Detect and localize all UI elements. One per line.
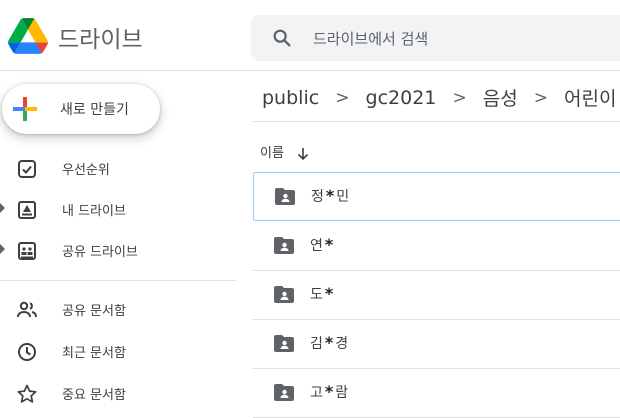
shared-folder-icon — [274, 384, 294, 401]
header-divider — [0, 70, 620, 71]
sidebar-item-priority[interactable]: 우선순위 — [0, 152, 220, 184]
file-name: 김 * 경 — [310, 333, 349, 352]
shared-folder-icon — [274, 286, 294, 303]
sidebar-item-label: 공유 드라이브 — [62, 245, 138, 260]
breadcrumb-item-children[interactable]: 어린이 — [564, 84, 616, 111]
expand-arrow-icon[interactable] — [0, 244, 6, 254]
sidebar-item-shared-drives[interactable]: 공유 드라이브 — [0, 234, 220, 266]
file-name: 정 * 민 — [311, 186, 350, 205]
shared-drives-icon — [18, 242, 36, 260]
file-name: 고 * 람 — [310, 382, 349, 401]
expand-arrow-icon[interactable] — [0, 203, 6, 213]
file-name: 도 * — [310, 284, 334, 303]
file-row[interactable]: 고 * 람 — [253, 369, 620, 418]
sidebar-item-label: 중요 문서함 — [62, 388, 126, 403]
breadcrumb: public > gc2021 > 음성 > 어린이 ▾ — [262, 84, 620, 112]
sidebar-item-starred[interactable]: 중요 문서함 — [0, 377, 220, 409]
sidebar-item-label: 내 드라이브 — [62, 204, 126, 219]
file-name: 연 * — [310, 235, 334, 254]
sidebar-divider — [0, 280, 236, 281]
arrow-down-icon[interactable] — [296, 147, 310, 161]
shared-folder-icon — [274, 335, 294, 352]
column-header-name[interactable]: 이름 — [260, 142, 310, 161]
clock-icon — [18, 343, 36, 361]
plus-icon — [13, 97, 37, 121]
new-button-label: 새로 만들기 — [60, 102, 129, 118]
breadcrumb-separator: > — [452, 87, 467, 108]
sidebar-item-label: 우선순위 — [62, 163, 110, 178]
shared-folder-icon — [275, 188, 295, 205]
people-icon — [17, 301, 37, 318]
search-placeholder: 드라이브에서 검색 — [313, 30, 429, 48]
new-button[interactable]: 새로 만들기 — [2, 84, 160, 134]
column-header-label: 이름 — [260, 146, 284, 161]
file-row[interactable]: 김 * 경 — [253, 320, 620, 369]
search-bar[interactable]: 드라이브에서 검색 — [251, 15, 620, 61]
sidebar-item-shared-with-me[interactable]: 공유 문서함 — [0, 293, 220, 325]
breadcrumb-divider — [252, 121, 620, 122]
file-row[interactable]: 정 * 민 — [253, 172, 620, 221]
sidebar-item-recent[interactable]: 최근 문서함 — [0, 335, 220, 367]
check-box-icon — [18, 160, 36, 178]
app-brand[interactable]: 드라이브 — [58, 20, 143, 54]
star-icon — [17, 384, 37, 403]
shared-folder-icon — [274, 237, 294, 254]
breadcrumb-item-voice[interactable]: 음성 — [483, 84, 518, 111]
search-icon[interactable] — [271, 27, 293, 49]
sidebar-item-my-drive[interactable]: 내 드라이브 — [0, 193, 220, 225]
file-row[interactable]: 연 * — [253, 222, 620, 271]
breadcrumb-separator: > — [335, 87, 350, 108]
breadcrumb-separator: > — [533, 87, 548, 108]
sidebar-item-label: 최근 문서함 — [62, 346, 126, 361]
breadcrumb-item-public[interactable]: public — [262, 87, 319, 109]
google-drive-logo-icon — [8, 18, 48, 54]
breadcrumb-item-gc2021[interactable]: gc2021 — [366, 87, 437, 109]
my-drive-icon — [18, 201, 36, 219]
sidebar-item-label: 공유 문서함 — [62, 304, 126, 319]
file-row[interactable]: 도 * — [253, 271, 620, 320]
